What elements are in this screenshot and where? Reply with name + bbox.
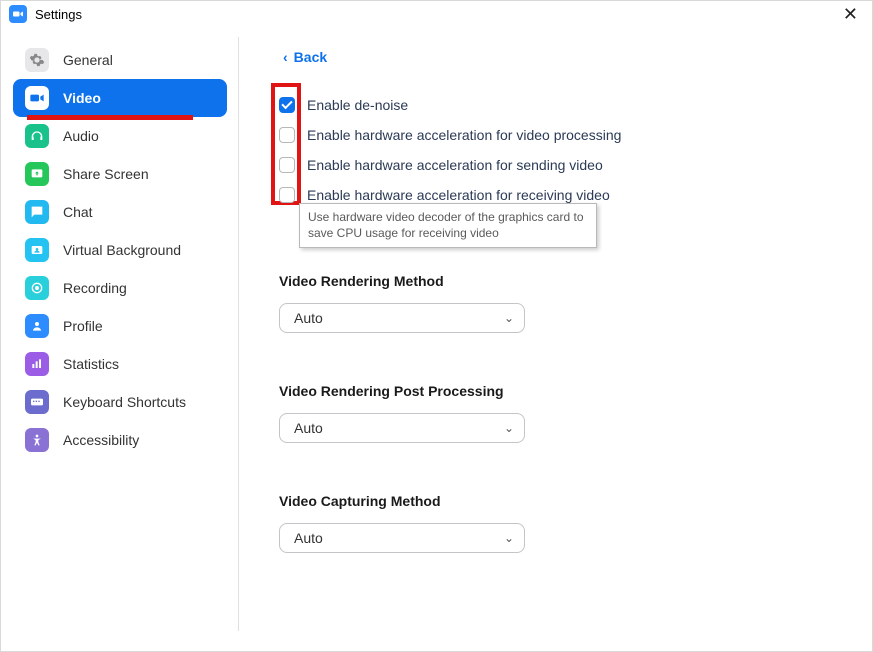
window-title: Settings [35, 7, 82, 22]
sidebar-item-label: Accessibility [63, 432, 139, 448]
annotation-red-underline [27, 115, 193, 120]
checkbox-row-denoise: Enable de-noise [279, 91, 842, 119]
sidebar-item-general[interactable]: General [13, 41, 227, 79]
back-button[interactable]: ‹ Back [283, 49, 327, 65]
virtual-background-icon [25, 238, 49, 262]
checkbox-row-hw-sending: Enable hardware acceleration for sending… [279, 151, 842, 179]
sidebar-item-share-screen[interactable]: Share Screen [13, 155, 227, 193]
select-value: Auto [294, 420, 323, 436]
tooltip: Use hardware video decoder of the graphi… [299, 203, 597, 248]
content-pane: ‹ Back Enable de-noise Enable hardware a… [239, 29, 872, 651]
sidebar-item-label: Recording [63, 280, 127, 296]
chat-icon [25, 200, 49, 224]
checkbox-row-hw-processing: Enable hardware acceleration for video p… [279, 121, 842, 149]
chevron-down-icon: ⌄ [504, 531, 514, 545]
section-title-capturing-method: Video Capturing Method [279, 493, 842, 509]
app-icon [9, 5, 27, 23]
sidebar-item-label: General [63, 52, 113, 68]
sidebar-item-accessibility[interactable]: Accessibility [13, 421, 227, 459]
back-label: Back [294, 49, 327, 65]
sidebar-item-chat[interactable]: Chat [13, 193, 227, 231]
video-icon [25, 86, 49, 110]
keyboard-icon [25, 390, 49, 414]
sidebar-item-statistics[interactable]: Statistics [13, 345, 227, 383]
sidebar-item-label: Profile [63, 318, 103, 334]
checkbox-hw-accel-receiving[interactable] [279, 187, 295, 203]
section-title-post-processing: Video Rendering Post Processing [279, 383, 842, 399]
checkbox-label: Enable hardware acceleration for receivi… [307, 187, 610, 203]
sidebar-item-label: Share Screen [63, 166, 149, 182]
select-post-processing[interactable]: Auto ⌄ [279, 413, 525, 443]
chevron-down-icon: ⌄ [504, 421, 514, 435]
select-rendering-method[interactable]: Auto ⌄ [279, 303, 525, 333]
sidebar-item-label: Virtual Background [63, 242, 181, 258]
sidebar-item-label: Video [63, 90, 101, 106]
select-value: Auto [294, 530, 323, 546]
sidebar-item-audio[interactable]: Audio [13, 117, 227, 155]
checkbox-hw-accel-sending[interactable] [279, 157, 295, 173]
statistics-icon [25, 352, 49, 376]
sidebar-item-video[interactable]: Video [13, 79, 227, 117]
titlebar: Settings ✕ [1, 1, 872, 29]
checkbox-label: Enable de-noise [307, 97, 408, 113]
sidebar-item-label: Statistics [63, 356, 119, 372]
sidebar-item-recording[interactable]: Recording [13, 269, 227, 307]
section-title-rendering-method: Video Rendering Method [279, 273, 842, 289]
checkbox-label: Enable hardware acceleration for video p… [307, 127, 621, 143]
share-screen-icon [25, 162, 49, 186]
sidebar-item-label: Keyboard Shortcuts [63, 394, 186, 410]
profile-icon [25, 314, 49, 338]
gear-icon [25, 48, 49, 72]
sidebar-item-profile[interactable]: Profile [13, 307, 227, 345]
chevron-left-icon: ‹ [283, 49, 288, 65]
checkbox-label: Enable hardware acceleration for sending… [307, 157, 603, 173]
sidebar-item-label: Audio [63, 128, 99, 144]
record-icon [25, 276, 49, 300]
sidebar-item-label: Chat [63, 204, 93, 220]
checkbox-group: Enable de-noise Enable hardware accelera… [279, 91, 842, 209]
accessibility-icon [25, 428, 49, 452]
checkbox-hw-accel-processing[interactable] [279, 127, 295, 143]
select-value: Auto [294, 310, 323, 326]
sidebar-item-virtual-background[interactable]: Virtual Background [13, 231, 227, 269]
checkbox-enable-denoise[interactable] [279, 97, 295, 113]
sidebar-item-keyboard-shortcuts[interactable]: Keyboard Shortcuts [13, 383, 227, 421]
headphones-icon [25, 124, 49, 148]
chevron-down-icon: ⌄ [504, 311, 514, 325]
close-button[interactable]: ✕ [837, 3, 864, 25]
select-capturing-method[interactable]: Auto ⌄ [279, 523, 525, 553]
sidebar: General Video Audio Share Screen [1, 29, 239, 651]
